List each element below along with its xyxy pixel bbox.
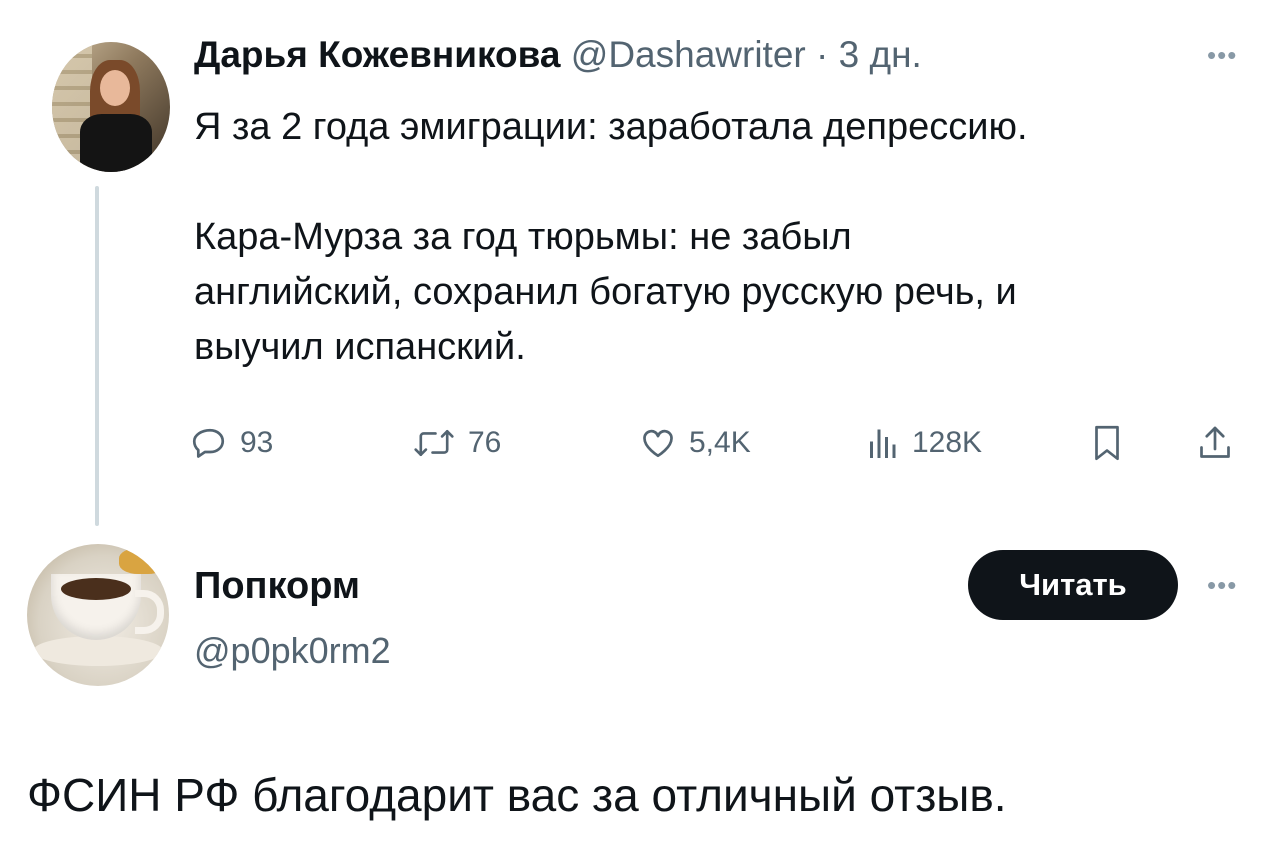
tweet-text: Я за 2 года эмиграции: заработала депрес… <box>194 106 1028 368</box>
avatar[interactable] <box>52 42 170 172</box>
share-button[interactable] <box>1197 420 1233 466</box>
views-count: 128K <box>912 426 983 459</box>
like-count: 5,4K <box>689 426 751 459</box>
display-name[interactable]: Дарья Кожевникова <box>194 34 560 75</box>
retweet-count: 76 <box>468 426 502 459</box>
share-upload-icon <box>1197 423 1233 463</box>
action-bar: 93 76 5,4K 128K <box>192 420 1252 470</box>
speech-bubble-icon <box>192 425 228 461</box>
bar-chart-icon <box>864 425 900 461</box>
parent-tweet: Дарья Кожевникова @Dashawriter · 3 дн. •… <box>0 0 1280 530</box>
timestamp[interactable]: 3 дн. <box>839 34 922 75</box>
avatar-food <box>119 548 167 574</box>
bookmark-button[interactable] <box>1089 420 1125 466</box>
like-button[interactable]: 5,4K <box>639 420 751 466</box>
retweet-arrows-icon <box>412 425 456 461</box>
reply-count: 93 <box>240 426 274 459</box>
follow-button[interactable]: Читать <box>968 550 1178 620</box>
more-dots-icon[interactable]: ••• <box>1207 570 1237 601</box>
avatar-face <box>100 70 130 106</box>
reply-display-name[interactable]: Попкорм <box>194 565 360 608</box>
thread-line <box>95 186 99 526</box>
retweet-button[interactable]: 76 <box>412 420 501 466</box>
views-button[interactable]: 128K <box>864 420 982 466</box>
user-handle[interactable]: @Dashawriter <box>571 34 806 75</box>
reply-avatar[interactable] <box>27 544 169 686</box>
more-dots-icon[interactable]: ••• <box>1207 40 1237 71</box>
tweet-header: Дарья Кожевникова @Dashawriter · 3 дн. <box>194 34 922 84</box>
reply-button[interactable]: 93 <box>192 420 273 466</box>
heart-icon <box>639 425 677 461</box>
separator: · <box>805 34 839 75</box>
avatar-coffee <box>61 578 131 600</box>
reply-text: ФСИН РФ благодарит вас за отличный отзыв… <box>27 769 1007 821</box>
avatar-cup-handle <box>135 590 164 634</box>
bookmark-icon <box>1089 423 1125 463</box>
reply-user-handle[interactable]: @p0pk0rm2 <box>194 630 391 672</box>
avatar-saucer <box>33 636 163 666</box>
avatar-body <box>80 114 152 172</box>
